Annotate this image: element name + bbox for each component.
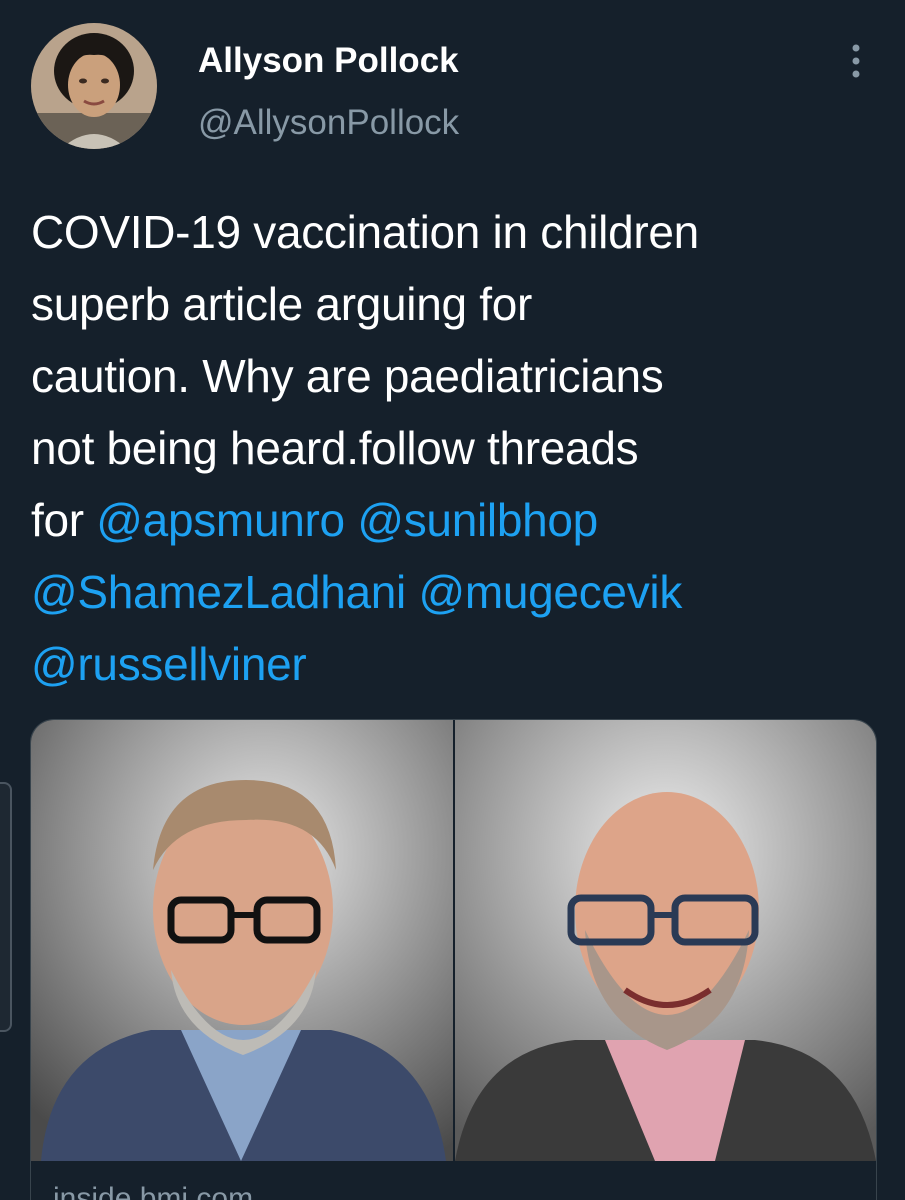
- tweet-text-line: COVID-19 vaccination in children: [31, 206, 699, 258]
- more-options-icon[interactable]: [838, 42, 874, 82]
- media-photo-left[interactable]: [31, 720, 453, 1161]
- mention-link[interactable]: @mugecevik: [418, 566, 682, 618]
- tweet-text-line: @russellviner: [31, 628, 881, 700]
- link-preview-domain[interactable]: inside.bmj.com: [53, 1182, 253, 1200]
- tweet-text: COVID-19 vaccination in children superb …: [31, 196, 881, 700]
- tweet: Allyson Pollock @AllysonPollock COVID-19…: [0, 0, 905, 1200]
- tweet-text-line: not being heard.follow threads: [31, 422, 639, 474]
- mention-link[interactable]: @apsmunro: [96, 494, 345, 546]
- tweet-text-segment: for: [31, 494, 97, 546]
- link-preview-card[interactable]: inside.bmj.com: [30, 719, 877, 1200]
- portrait-photo-icon: [455, 720, 876, 1161]
- tweet-text-line: @ShamezLadhani @mugecevik: [31, 556, 881, 628]
- portrait-photo-icon: [31, 720, 453, 1161]
- author-handle[interactable]: @AllysonPollock: [198, 102, 459, 144]
- author-name[interactable]: Allyson Pollock: [198, 40, 459, 82]
- author-avatar[interactable]: [31, 23, 157, 149]
- tweet-text-line: for @apsmunro @sunilbhop: [31, 484, 881, 556]
- mention-link[interactable]: @ShamezLadhani: [31, 566, 406, 618]
- mention-link[interactable]: @russellviner: [31, 638, 307, 690]
- tweet-text-line: caution. Why are paediatricians: [31, 350, 664, 402]
- mention-link[interactable]: @sunilbhop: [357, 494, 598, 546]
- avatar-photo: [31, 23, 157, 149]
- scroll-handle[interactable]: [0, 782, 12, 1032]
- tweet-text-line: superb article arguing for: [31, 278, 533, 330]
- media-photo-right[interactable]: [455, 720, 876, 1161]
